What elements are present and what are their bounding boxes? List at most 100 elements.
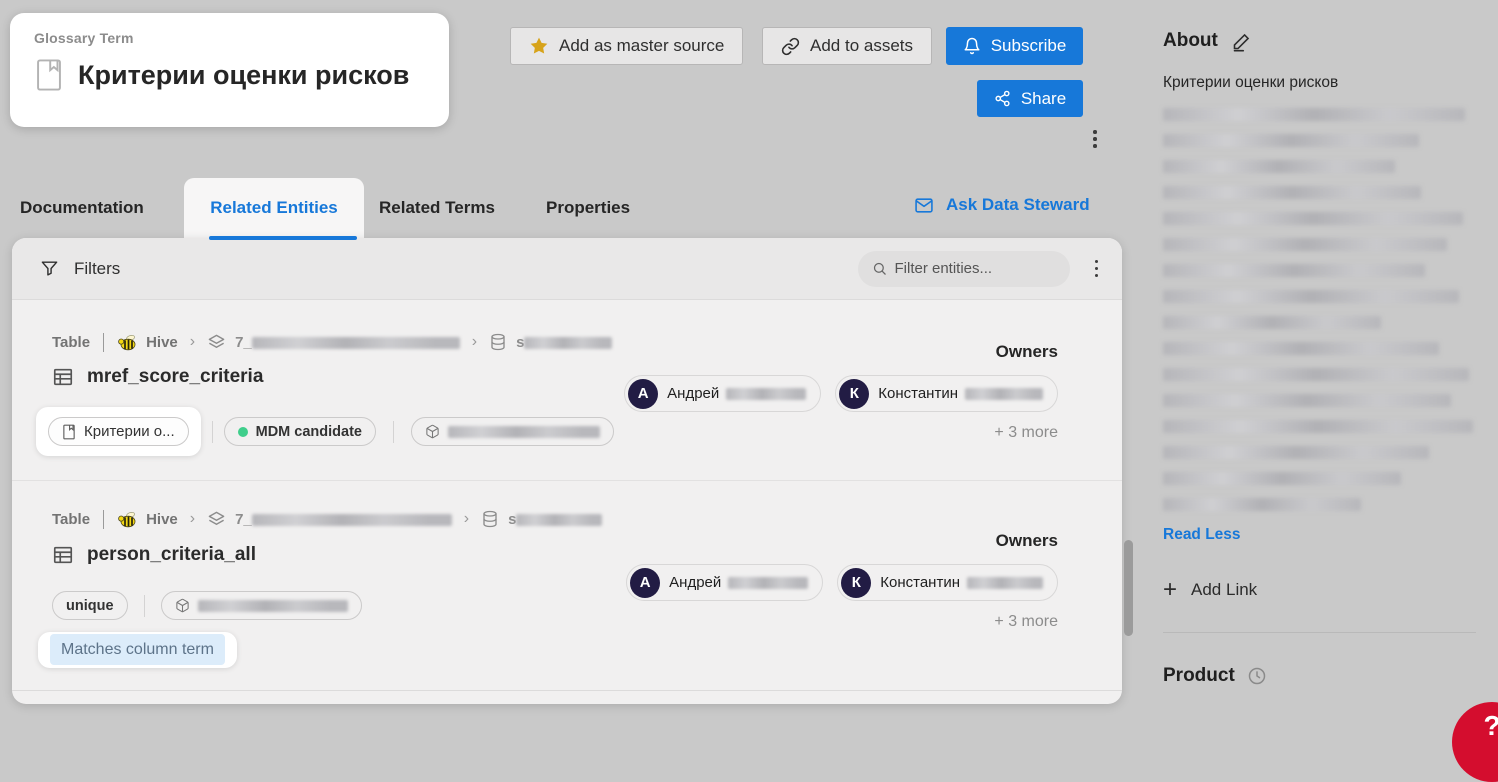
database-name-prefix: s [508,511,516,528]
subscribe-button[interactable]: Subscribe [946,27,1083,65]
header-more-menu[interactable] [1089,126,1101,152]
link-icon [781,37,800,56]
schema-name-prefix: 7_ [235,511,252,528]
entity-card-person-criteria-all[interactable]: Table Hive › 7_ › [12,481,1122,691]
plus-icon: + [1163,578,1177,602]
avatar: А [628,379,658,409]
tab-related-terms[interactable]: Related Terms [379,198,495,218]
filter-funnel-icon[interactable] [40,259,59,278]
ask-data-steward-label: Ask Data Steward [946,195,1090,215]
owner-pill[interactable]: К Константин [837,564,1058,601]
asset-type-label: Table [52,334,90,351]
redacted-text-line [1163,368,1469,381]
add-as-master-source-button[interactable]: Add as master source [510,27,743,65]
panel-more-menu[interactable] [1091,256,1103,282]
redacted-classification-label [448,426,600,438]
redacted-text-line [1163,238,1447,251]
entity-name[interactable]: mref_score_criteria [87,366,263,388]
term-pill-spotlight: Критерии о... [36,407,201,456]
schema-icon [207,333,226,352]
clock-icon [1247,666,1267,686]
entity-name-row[interactable]: mref_score_criteria [52,366,263,388]
classification-pill[interactable] [411,417,614,446]
subscribe-label: Subscribe [991,36,1067,56]
asset-type-label: Table [52,511,90,528]
schema-name-prefix: 7_ [235,334,252,351]
table-icon [52,544,74,566]
entity-name[interactable]: person_criteria_all [87,544,256,566]
glossary-term-pill[interactable]: Критерии о... [48,417,189,446]
active-tab-underline [209,236,357,240]
database-icon [481,510,499,528]
breadcrumb: Table Hive › 7_ › [52,509,602,529]
tab-documentation[interactable]: Documentation [20,198,144,218]
redacted-owner-surname [726,388,806,400]
entity-card-mref-score-criteria[interactable]: Table Hive › 7_ › [12,300,1122,481]
add-link-button[interactable]: + Add Link [1163,578,1476,602]
edit-about-icon[interactable] [1231,31,1252,52]
filters-bar: Filters [12,238,1122,300]
avatar: К [839,379,869,409]
redacted-text-line [1163,290,1459,303]
more-owners-link[interactable]: + 3 more [624,424,1058,442]
redacted-text-line [1163,420,1473,433]
database-icon [489,333,507,351]
page-title: Критерии оценки рисков [78,60,409,91]
entity-pills-row: Критерии о... MDM candidate [36,407,614,456]
classification-pill[interactable] [161,591,362,620]
add-to-assets-button[interactable]: Add to assets [762,27,932,65]
unique-pill[interactable]: unique [52,591,128,620]
filters-label[interactable]: Filters [74,259,120,279]
star-icon [529,36,549,56]
add-as-master-source-label: Add as master source [559,36,724,56]
redacted-text-line [1163,498,1361,511]
add-to-assets-label: Add to assets [810,36,913,56]
tab-properties[interactable]: Properties [546,198,630,218]
ask-data-steward-link[interactable]: Ask Data Steward [913,195,1090,215]
redacted-classification-label [198,600,348,612]
redacted-text-line [1163,264,1425,277]
green-status-dot [238,427,248,437]
owner-first-name: Константин [878,385,958,402]
avatar: К [841,568,871,598]
source-label: Hive [146,511,178,528]
tab-related-terms-label: Related Terms [379,198,495,217]
glossary-term-card: Glossary Term Критерии оценки рисков [10,13,449,127]
redacted-schema-name [252,337,460,349]
about-title: About [1163,30,1218,52]
mdm-candidate-pill[interactable]: MDM candidate [224,417,376,446]
redacted-text-line [1163,446,1429,459]
unique-label: unique [66,598,114,614]
more-owners-link[interactable]: + 3 more [626,613,1058,631]
filter-entities-search[interactable] [858,251,1070,287]
read-less-link[interactable]: Read Less [1163,526,1241,544]
redacted-text-line [1163,160,1395,173]
help-question-mark: ? [1483,710,1498,782]
tab-related-entities-label: Related Entities [210,198,338,218]
owner-pill[interactable]: К Константин [835,375,1058,412]
table-icon [52,366,74,388]
redacted-text-line [1163,472,1401,485]
owner-pill[interactable]: А Андрей [624,375,821,412]
redacted-text-line [1163,342,1439,355]
glossary-term-icon [34,58,64,92]
share-button[interactable]: Share [977,80,1083,117]
sidebar-divider [1163,632,1476,633]
database-name-prefix: s [516,334,524,351]
share-label: Share [1021,89,1066,109]
redacted-text-line [1163,134,1419,147]
hive-logo-icon [117,332,137,352]
redacted-database-name [524,337,612,349]
entity-name-row[interactable]: person_criteria_all [52,544,256,566]
owner-pill[interactable]: А Андрей [626,564,823,601]
vertical-scrollbar[interactable] [1124,540,1133,636]
filter-entities-input[interactable] [895,260,1045,277]
breadcrumb: Table Hive › 7_ › [52,332,612,352]
matches-column-term-badge[interactable]: Matches column term [50,634,225,665]
owners-section: Owners А Андрей К Константин + 3 more [624,342,1058,442]
redacted-database-name [516,514,602,526]
redacted-text-line [1163,186,1421,199]
entity-pills-row: unique [52,591,362,620]
redacted-owner-surname [967,577,1043,589]
tab-related-entities[interactable]: Related Entities [184,178,364,238]
